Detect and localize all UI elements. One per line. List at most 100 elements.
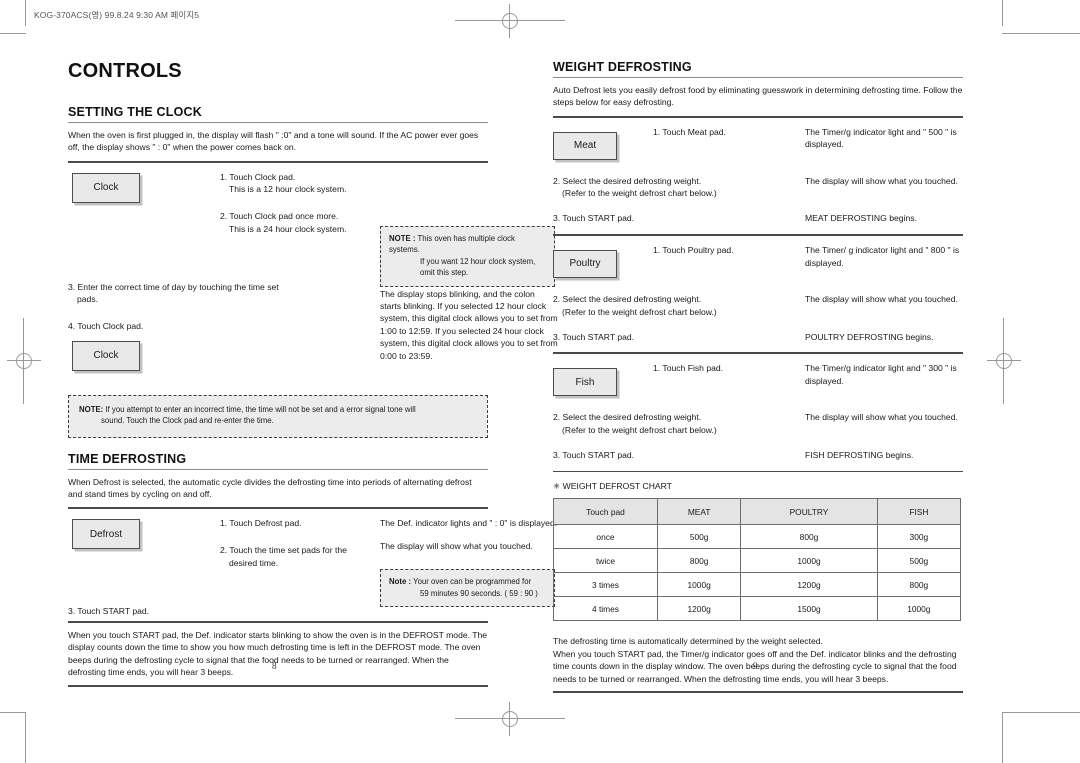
page-title: CONTROLS: [68, 60, 182, 82]
divider-after-fish-group: [553, 470, 963, 473]
heading-weight-defrosting: WEIGHT DEFROSTING: [553, 60, 692, 74]
divider-after-poultry-group: [553, 352, 963, 355]
fish-step-2-result: The display will show what you touched.: [805, 412, 958, 423]
fish-step-2: 2. Select the desired defrosting weight.: [553, 412, 702, 423]
meat-step-1: 1. Touch Meat pad.: [653, 126, 726, 137]
column-header-meat: MEAT: [656, 498, 742, 526]
registration-mark-bottom: [493, 702, 527, 736]
meat-step-1-result: The Timer/g indicator light and " 500 " …: [805, 126, 957, 150]
crop-mark-bottom-right-vertical: [1002, 712, 1003, 763]
fish-pad-button-label: Fish: [575, 376, 595, 388]
chart-label-text: WEIGHT DEFROST CHART: [562, 481, 672, 492]
time-defrost-intro-text: When Defrost is selected, the automatic …: [68, 476, 472, 500]
table-row: 3 times 1000g 1200g 800g: [553, 572, 962, 598]
clock-note-bottom-label: NOTE:: [79, 404, 104, 414]
cell-meat: 1000g: [656, 572, 742, 598]
clock-pad-button-1-label: Clock: [93, 182, 119, 193]
heading-setting-the-clock: SETTING THE CLOCK: [68, 105, 202, 119]
fish-group: Fish 1. Touch Fish pad. The Timer/g indi…: [553, 362, 963, 397]
weight-defrost-closing-text: The defrosting time is automatically det…: [553, 635, 963, 685]
time-defrost-note-line-1: Your oven can be programmed for: [413, 577, 532, 587]
registration-mark-right: [987, 344, 1021, 378]
clock-note-box-bottom: NOTE: If you attempt to enter an incorre…: [68, 394, 488, 438]
left-page-number: 8: [272, 661, 277, 671]
divider-below-weight-defrost-closing: [553, 691, 963, 693]
cell-touch-pad: twice: [553, 548, 658, 574]
time-defrost-note-line-2: 59 minutes 90 seconds. ( 59 : 90 ): [420, 588, 538, 598]
time-defrost-closing-text: When you touch START pad, the Def. indic…: [68, 629, 488, 678]
cell-fish: 300g: [876, 524, 962, 550]
cell-poultry: 1500g: [740, 596, 878, 622]
cell-fish: 1000g: [876, 596, 962, 622]
poultry-pad-button[interactable]: Poultry: [553, 249, 617, 278]
divider-weight-defrost-intro-bottom: [553, 115, 963, 118]
poultry-step-1-result: The Timer/ g indicator light and " 800 "…: [805, 244, 960, 268]
registration-mark-top: [493, 4, 527, 38]
time-defrost-step-2-result: The display will show what you touched.: [380, 540, 533, 551]
defrost-pad-button[interactable]: Defrost: [72, 519, 140, 550]
weight-defrost-intro-text: Auto Defrost lets you easily defrost foo…: [553, 85, 963, 108]
fish-step-3: 3. Touch START pad.: [553, 449, 635, 460]
clock-pad-button-2-label: Clock: [93, 350, 119, 361]
crop-mark-bottom-left-horizontal: [0, 712, 26, 713]
crop-mark-top-left-vertical: [25, 0, 26, 26]
meat-pad-button-label: Meat: [573, 140, 597, 151]
table-row: twice 800g 1000g 500g: [553, 548, 962, 574]
divider-below-time-defrost-closing: [68, 685, 488, 688]
crop-mark-bottom-left-vertical: [25, 712, 26, 763]
clock-pad-button-2[interactable]: Clock: [72, 340, 140, 371]
weight-defrost-closing-line-1: The defrosting time is automatically det…: [553, 636, 823, 647]
clock-step-1: 1. Touch Clock pad.: [220, 171, 296, 182]
fish-step-1-result: The Timer/g indicator light and " 300 " …: [805, 363, 957, 386]
meat-pad-button[interactable]: Meat: [553, 131, 617, 160]
clock-step-4: 4. Touch Clock pad.: [68, 321, 144, 332]
cell-meat: 800g: [656, 548, 742, 574]
clock-note-bottom-line-1: If you attempt to enter an incorrect tim…: [105, 404, 416, 414]
cell-poultry: 1200g: [740, 572, 878, 598]
poultry-group: Poultry 1. Touch Poultry pad. The Timer/…: [553, 244, 963, 278]
clock-note-top-line-2: If you want 12 hour clock system,: [420, 256, 536, 266]
cell-touch-pad: 3 times: [553, 572, 658, 598]
fish-step-3-result: FISH DEFROSTING begins.: [805, 449, 914, 460]
time-defrost-note-box: Note : Your oven can be programmed for 5…: [380, 569, 555, 608]
crop-mark-top-right-horizontal: [1002, 33, 1080, 34]
time-defrost-step-2: 2. Touch the time set pads for the: [220, 544, 347, 555]
divider-above-time-defrost-closing: [68, 621, 488, 623]
table-header-row: Touch pad MEAT POULTRY FISH: [553, 498, 962, 526]
meat-group: Meat 1. Touch Meat pad. The Timer/g indi…: [553, 126, 963, 160]
time-defrost-step-1: 1. Touch Defrost pad.: [220, 518, 302, 529]
poultry-step-2-result: The display will show what you touched.: [805, 293, 958, 304]
table-row: once 500g 800g 300g: [553, 524, 962, 550]
cell-meat: 1200g: [656, 596, 742, 622]
chart-bullet-icon: ✳: [553, 481, 561, 492]
time-defrost-step-1-result: The Def. indicator lights and " : 0" is …: [380, 518, 558, 529]
poultry-pad-button-label: Poultry: [569, 258, 601, 270]
registration-mark-left: [7, 344, 41, 378]
right-page-column: WEIGHT DEFROSTING Auto Defrost lets you …: [553, 60, 963, 693]
clock-pad-button-1[interactable]: Clock: [72, 172, 140, 203]
meat-step-3: 3. Touch START pad.: [553, 213, 635, 224]
clock-step-3-sub: pads.: [77, 294, 99, 305]
cell-touch-pad: once: [553, 524, 658, 550]
column-header-poultry: POULTRY: [740, 498, 878, 526]
table-row: 4 times 1200g 1500g 1000g: [553, 596, 962, 622]
weight-defrost-chart-label: ✳ WEIGHT DEFROST CHART: [553, 481, 963, 492]
fish-pad-button[interactable]: Fish: [553, 368, 617, 397]
clock-intro-text: When the oven is first plugged in, the d…: [68, 130, 479, 153]
clock-note-top-line-3: omit this step.: [420, 268, 469, 278]
crop-mark-top-right-vertical: [1002, 0, 1003, 26]
poultry-step-2-sub: (Refer to the weight defrost chart below…: [562, 306, 717, 317]
time-defrost-note-label: Note :: [389, 577, 412, 587]
cell-poultry: 1000g: [740, 548, 878, 574]
poultry-step-3: 3. Touch START pad.: [553, 331, 635, 342]
clock-note-box-top: NOTE : This oven has multiple clock syst…: [380, 225, 555, 287]
time-defrost-step-2-sub: desired time.: [229, 557, 279, 568]
fish-step-2-sub: (Refer to the weight defrost chart below…: [562, 424, 717, 435]
divider-after-meat-group: [553, 234, 963, 236]
cell-touch-pad: 4 times: [553, 596, 658, 622]
clock-note-top-label: NOTE :: [389, 233, 416, 243]
column-header-touch-pad: Touch pad: [553, 498, 658, 526]
poultry-step-3-result: POULTRY DEFROSTING begins.: [805, 331, 934, 342]
cell-meat: 500g: [656, 524, 742, 550]
clock-step-2: 2. Touch Clock pad once more.: [220, 211, 339, 222]
